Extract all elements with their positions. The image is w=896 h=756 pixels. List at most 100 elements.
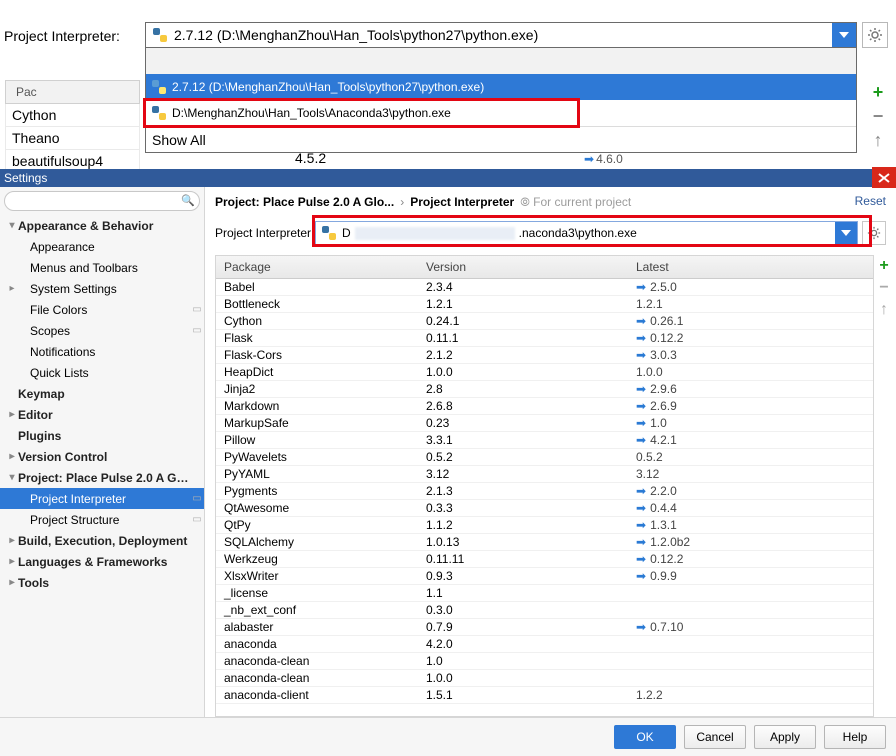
package-row[interactable]: MarkupSafe0.23➡1.0 bbox=[216, 415, 873, 432]
sidebar-item[interactable]: Plugins bbox=[0, 425, 204, 446]
package-version: 4.2.0 bbox=[426, 637, 636, 651]
package-latest: ➡0.7.10 bbox=[636, 620, 873, 634]
apply-button[interactable]: Apply bbox=[754, 725, 816, 749]
package-name: QtAwesome bbox=[216, 501, 426, 515]
col-version[interactable]: Version bbox=[426, 256, 636, 278]
reset-link[interactable]: Reset bbox=[855, 194, 886, 208]
sidebar-item[interactable]: Project Structure▭ bbox=[0, 509, 204, 530]
crumb-project[interactable]: Project: Place Pulse 2.0 A Glo... bbox=[215, 195, 394, 209]
package-name: Werkzeug bbox=[216, 552, 426, 566]
bg-package-column: Pac Cython Theano beautifulsoup4 bbox=[5, 80, 140, 173]
col-latest[interactable]: Latest bbox=[636, 256, 873, 278]
ok-button[interactable]: OK bbox=[614, 725, 676, 749]
sidebar-item[interactable]: Project Interpreter▭ bbox=[0, 488, 204, 509]
package-row[interactable]: QtPy1.1.2➡1.3.1 bbox=[216, 517, 873, 534]
package-row[interactable]: HeapDict1.0.01.0.0 bbox=[216, 364, 873, 381]
package-name: Babel bbox=[216, 280, 426, 294]
package-version: 2.8 bbox=[426, 382, 636, 396]
help-button[interactable]: Help bbox=[824, 725, 886, 749]
project-interpreter-combo[interactable]: 2.7.12 (D:\MenghanZhou\Han_Tools\python2… bbox=[145, 22, 857, 48]
package-row[interactable]: _license1.1 bbox=[216, 585, 873, 602]
sidebar-item[interactable]: ▾Project: Place Pulse 2.0 A Glo... bbox=[0, 467, 204, 488]
settings-gear-icon[interactable] bbox=[862, 221, 886, 245]
sidebar-item[interactable]: Notifications bbox=[0, 341, 204, 362]
caret-icon: ▸ bbox=[6, 283, 18, 294]
add-package-button[interactable]: + bbox=[879, 255, 888, 277]
sidebar-item[interactable]: Quick Lists bbox=[0, 362, 204, 383]
bg-header: Pac bbox=[5, 80, 140, 104]
package-version: 1.0.0 bbox=[426, 365, 636, 379]
dropdown-arrow-icon[interactable] bbox=[835, 222, 857, 244]
package-name: Flask-Cors bbox=[216, 348, 426, 362]
package-name: PyYAML bbox=[216, 467, 426, 481]
package-version: 1.1 bbox=[426, 586, 636, 600]
caret-icon: ▾ bbox=[6, 220, 18, 231]
interpreter-combo[interactable]: D .naconda3\python.exe bbox=[315, 221, 858, 245]
up-arrow-icon[interactable]: ↑ bbox=[868, 128, 888, 152]
settings-search-input[interactable] bbox=[4, 191, 200, 211]
package-row[interactable]: Werkzeug0.11.11➡0.12.2 bbox=[216, 551, 873, 568]
sidebar-item[interactable]: ▸Editor bbox=[0, 404, 204, 425]
package-version: 1.0 bbox=[426, 654, 636, 668]
package-row[interactable]: anaconda-clean1.0 bbox=[216, 653, 873, 670]
sidebar-item-label: Project: Place Pulse 2.0 A Glo... bbox=[18, 471, 190, 485]
close-button[interactable] bbox=[872, 167, 896, 188]
sidebar-item[interactable]: ▸Version Control bbox=[0, 446, 204, 467]
sidebar-item[interactable]: Scopes▭ bbox=[0, 320, 204, 341]
sidebar-item[interactable]: File Colors▭ bbox=[0, 299, 204, 320]
package-latest: ➡4.2.1 bbox=[636, 433, 873, 447]
package-row[interactable]: Jinja22.8➡2.9.6 bbox=[216, 381, 873, 398]
sidebar-item-label: Project Interpreter bbox=[30, 492, 190, 506]
package-row[interactable]: alabaster0.7.9➡0.7.10 bbox=[216, 619, 873, 636]
package-version: 0.23 bbox=[426, 416, 636, 430]
remove-interpreter-button[interactable]: − bbox=[868, 104, 888, 128]
package-version: 2.1.2 bbox=[426, 348, 636, 362]
settings-tree: ▾Appearance & BehaviorAppearanceMenus an… bbox=[0, 215, 204, 593]
project-interpreter-label: Project Interpreter: bbox=[4, 28, 120, 44]
package-row[interactable]: Pillow3.3.1➡4.2.1 bbox=[216, 432, 873, 449]
dropdown-item-label: D:\MenghanZhou\Han_Tools\Anaconda3\pytho… bbox=[172, 106, 451, 120]
package-row[interactable]: XlsxWriter0.9.3➡0.9.9 bbox=[216, 568, 873, 585]
package-row[interactable]: anaconda4.2.0 bbox=[216, 636, 873, 653]
package-row[interactable]: _nb_ext_conf0.3.0 bbox=[216, 602, 873, 619]
package-row[interactable]: Bottleneck1.2.11.2.1 bbox=[216, 296, 873, 313]
dropdown-item[interactable]: D:\MenghanZhou\Han_Tools\Anaconda3\pytho… bbox=[146, 100, 856, 126]
col-package[interactable]: Package bbox=[216, 256, 426, 278]
package-row[interactable]: Cython0.24.1➡0.26.1 bbox=[216, 313, 873, 330]
package-row[interactable]: PyYAML3.123.12 bbox=[216, 466, 873, 483]
sidebar-item[interactable]: Menus and Toolbars bbox=[0, 257, 204, 278]
dropdown-show-all[interactable]: Show All bbox=[146, 126, 856, 152]
sidebar-item[interactable]: ▸System Settings bbox=[0, 278, 204, 299]
sidebar-item[interactable]: Appearance bbox=[0, 236, 204, 257]
dropdown-arrow-icon[interactable] bbox=[832, 23, 856, 47]
scope-badge-icon: ▭ bbox=[190, 493, 204, 504]
sidebar-item[interactable]: ▸Languages & Frameworks bbox=[0, 551, 204, 572]
sidebar-item[interactable]: ▸Tools bbox=[0, 572, 204, 593]
package-latest: 3.12 bbox=[636, 467, 873, 481]
remove-package-button[interactable]: − bbox=[879, 277, 888, 299]
sidebar-item[interactable]: ▸Build, Execution, Deployment bbox=[0, 530, 204, 551]
upgrade-package-button[interactable]: ↑ bbox=[880, 299, 888, 321]
scope-badge-icon: ▭ bbox=[190, 514, 204, 525]
package-row[interactable]: Pygments2.1.3➡2.2.0 bbox=[216, 483, 873, 500]
package-row[interactable]: anaconda-clean1.0.0 bbox=[216, 670, 873, 687]
package-name: anaconda-client bbox=[216, 688, 426, 702]
sidebar-item[interactable]: Keymap bbox=[0, 383, 204, 404]
package-row[interactable]: Flask0.11.1➡0.12.2 bbox=[216, 330, 873, 347]
package-row[interactable]: anaconda-client1.5.11.2.2 bbox=[216, 687, 873, 704]
package-row[interactable]: Flask-Cors2.1.2➡3.0.3 bbox=[216, 347, 873, 364]
package-row[interactable]: SQLAlchemy1.0.13➡1.2.0b2 bbox=[216, 534, 873, 551]
package-row[interactable]: Babel2.3.4➡2.5.0 bbox=[216, 279, 873, 296]
sidebar-item-label: Keymap bbox=[18, 387, 190, 401]
dropdown-item[interactable]: 2.7.12 (D:\MenghanZhou\Han_Tools\python2… bbox=[146, 74, 856, 100]
package-row[interactable]: QtAwesome0.3.3➡0.4.4 bbox=[216, 500, 873, 517]
settings-tab[interactable]: Settings bbox=[0, 169, 876, 187]
add-interpreter-button[interactable]: + bbox=[868, 80, 888, 104]
package-row[interactable]: PyWavelets0.5.20.5.2 bbox=[216, 449, 873, 466]
settings-gear-icon[interactable] bbox=[862, 22, 888, 48]
sidebar-item[interactable]: ▾Appearance & Behavior bbox=[0, 215, 204, 236]
cancel-button[interactable]: Cancel bbox=[684, 725, 746, 749]
package-row[interactable]: Markdown2.6.8➡2.6.9 bbox=[216, 398, 873, 415]
package-latest: ➡0.12.2 bbox=[636, 552, 873, 566]
package-table[interactable]: Package Version Latest Babel2.3.4➡2.5.0B… bbox=[215, 255, 874, 717]
